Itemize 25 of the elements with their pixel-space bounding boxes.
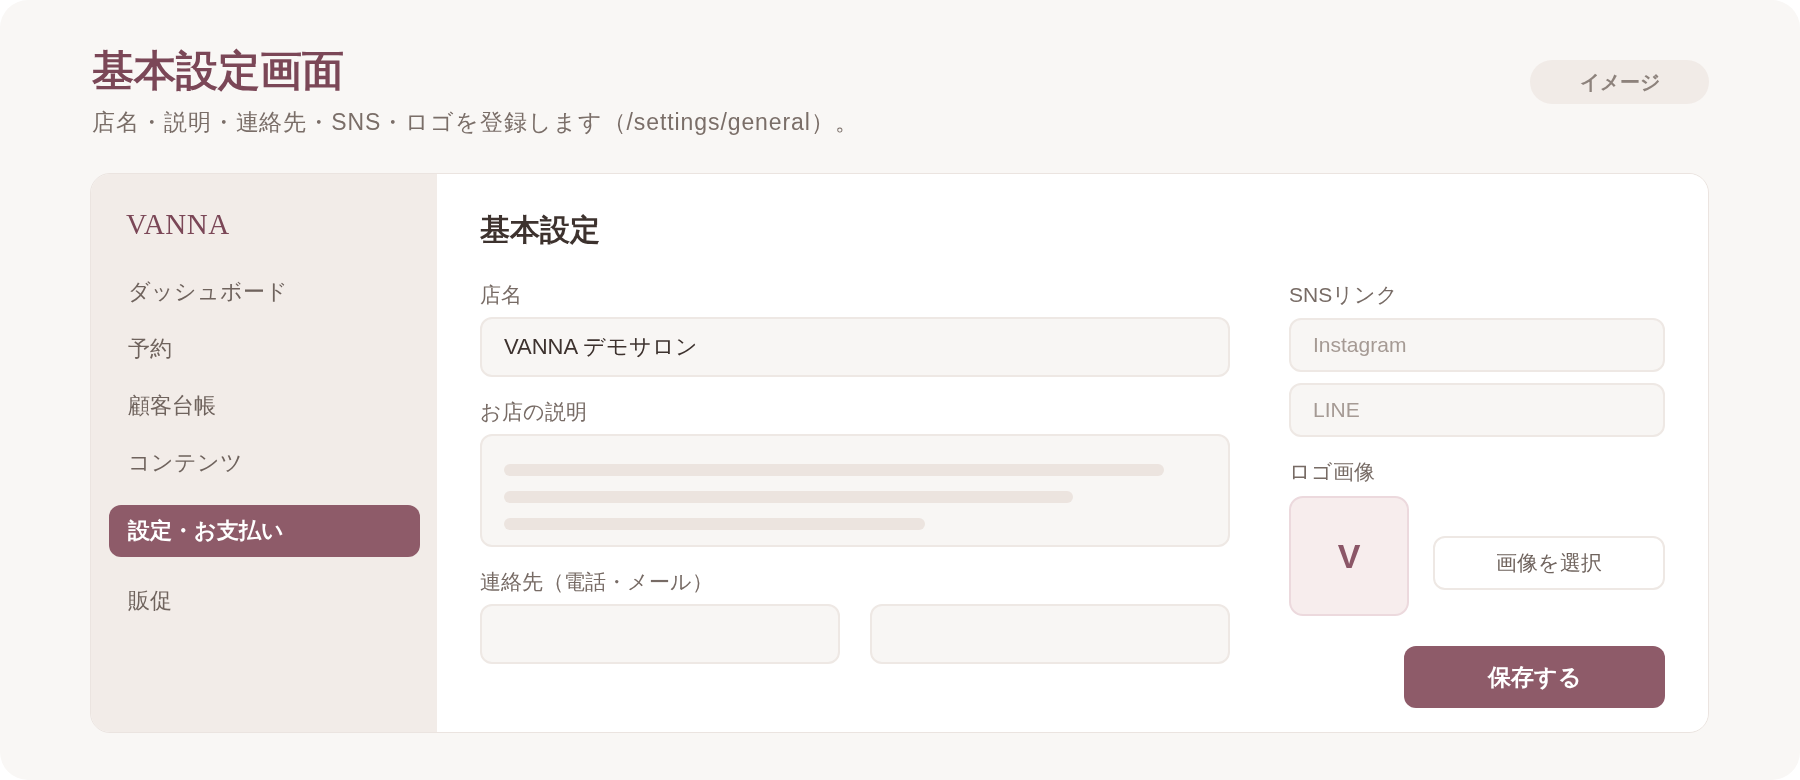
shop-name-field[interactable]: VANNA デモサロン (480, 317, 1230, 377)
sidebar-item[interactable]: ダッシュボード (109, 268, 420, 314)
section-title: 基本設定 (480, 214, 600, 246)
status-badge: イメージ (1530, 60, 1709, 104)
select-image-button[interactable]: 画像を選択 (1433, 535, 1665, 590)
sidebar-item[interactable]: 顧客台帳 (109, 382, 420, 428)
field-label: ロゴ画像 (1289, 460, 1375, 484)
logo-preview: V (1289, 496, 1409, 616)
description-field[interactable] (480, 434, 1230, 547)
sidebar-item[interactable]: 設定・お支払い (109, 505, 420, 557)
sns-field[interactable]: Instagram (1289, 318, 1665, 372)
sns-field[interactable]: LINE (1289, 383, 1665, 437)
save-button[interactable]: 保存する (1404, 646, 1665, 708)
field-label: お店の説明 (480, 400, 587, 424)
brand-logo: VANNA (126, 209, 230, 239)
contact-field[interactable] (480, 604, 840, 664)
sidebar-item[interactable]: コンテンツ (109, 439, 420, 485)
field-label: 連絡先（電話・メール） (480, 570, 713, 594)
field-label: SNSリンク (1289, 283, 1399, 307)
page-title: 基本設定画面 (92, 47, 344, 96)
field-label: 店名 (480, 283, 522, 307)
sidebar-item[interactable]: 販促 (109, 577, 420, 623)
contact-field[interactable] (870, 604, 1230, 664)
sidebar-item[interactable]: 予約 (109, 325, 420, 371)
page-subtitle: 店名・説明・連絡先・SNS・ロゴを登録します（/settings/general）。 (92, 108, 859, 136)
